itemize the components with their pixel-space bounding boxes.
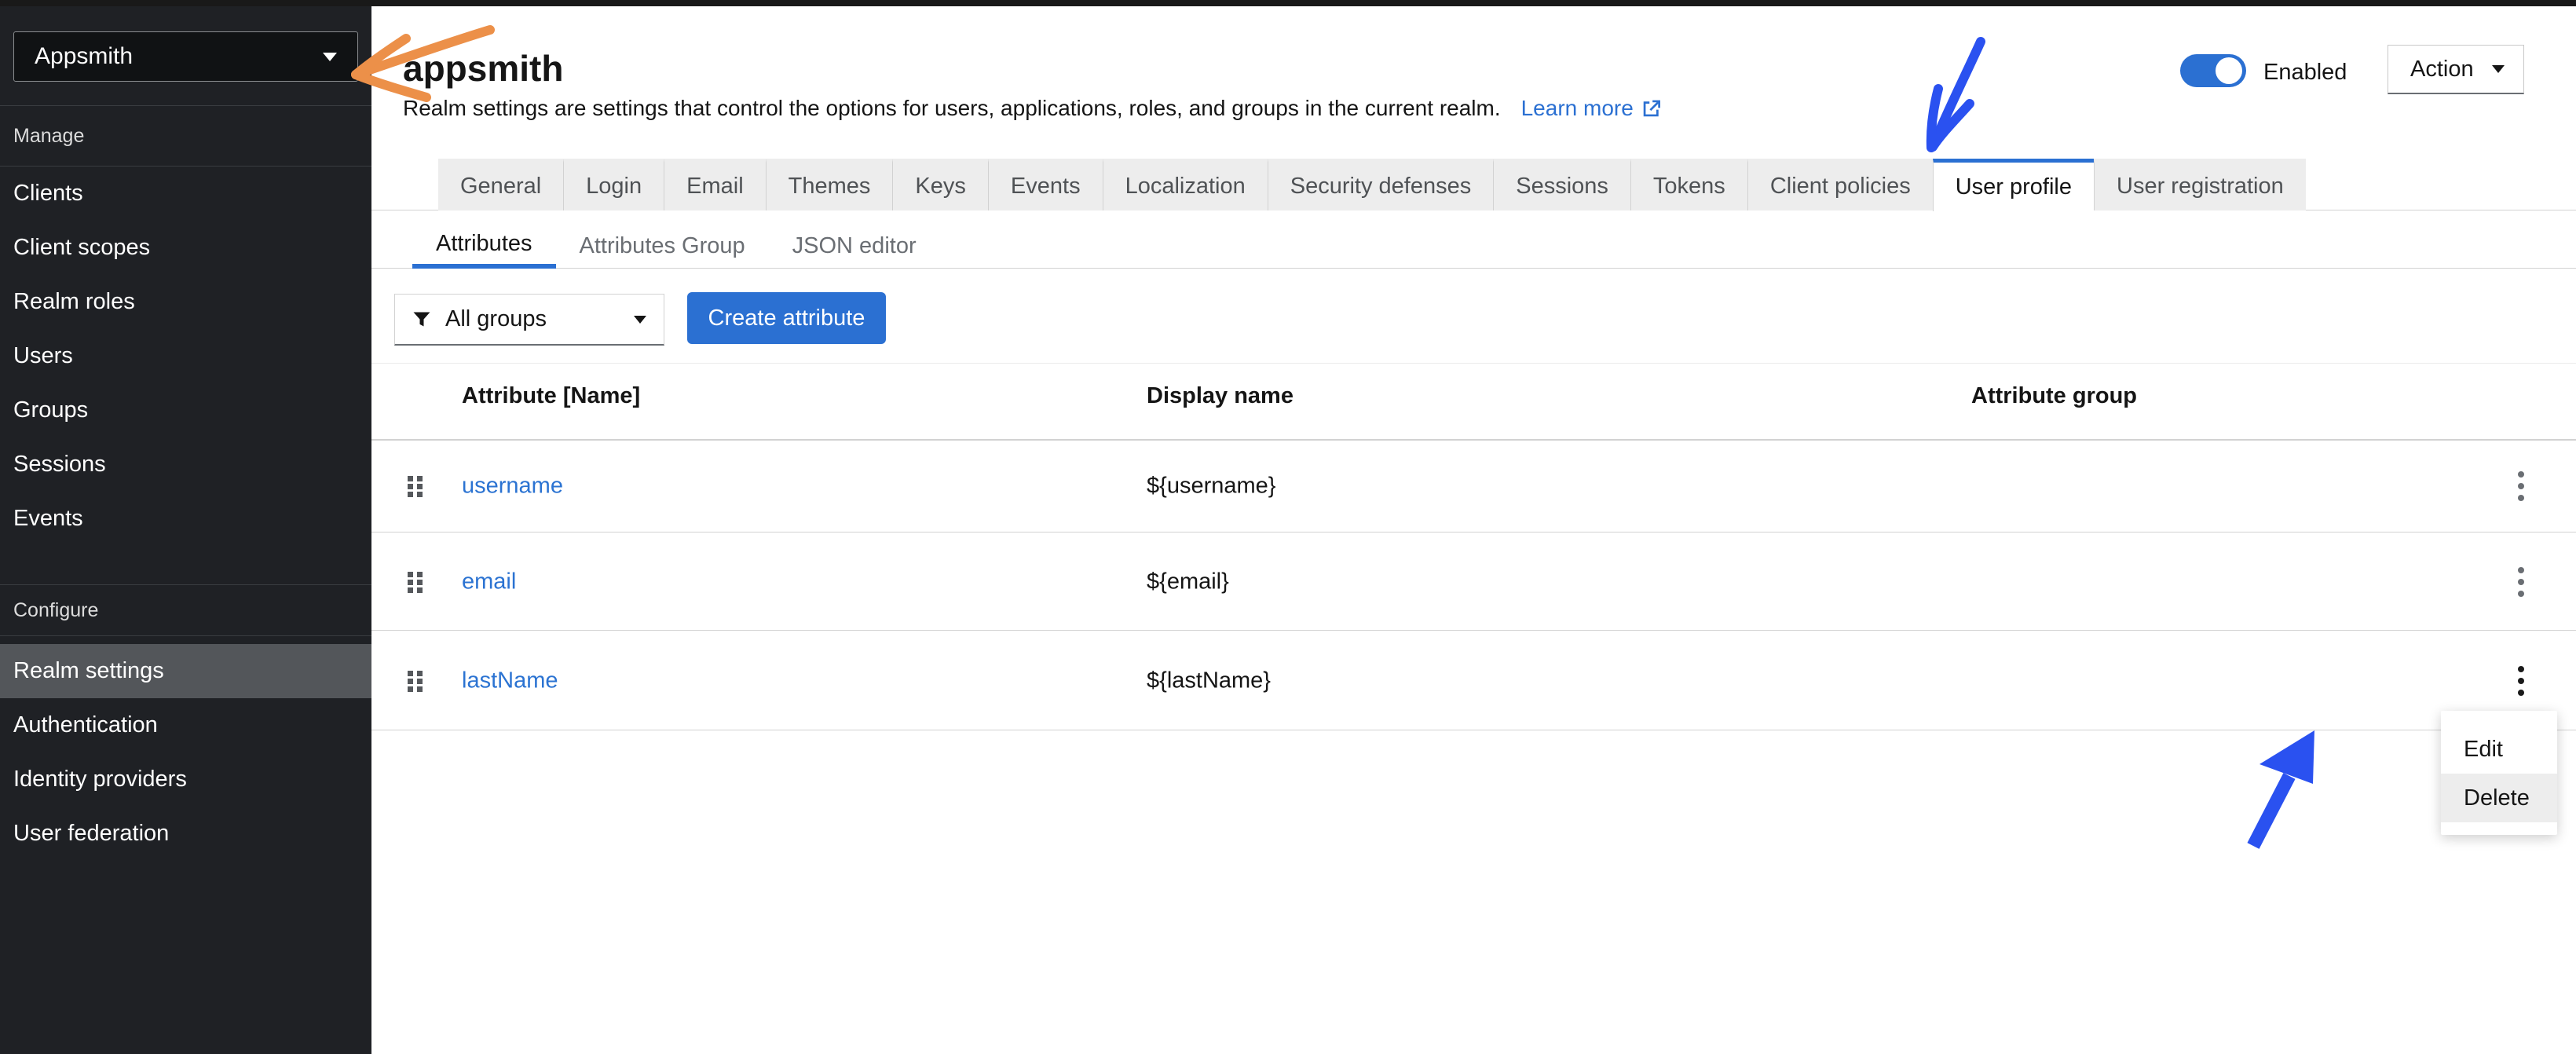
sidebar-item-client-scopes[interactable]: Client scopes <box>0 221 371 275</box>
column-header-attribute-name: Attribute [Name] <box>462 383 641 408</box>
tab-user-profile[interactable]: User profile <box>1932 159 2095 211</box>
tab-user-registration[interactable]: User registration <box>2094 159 2306 210</box>
action-dropdown-button[interactable]: Action <box>2388 45 2524 94</box>
drag-handle-icon[interactable] <box>407 571 424 593</box>
sidebar-item-users[interactable]: Users <box>0 329 371 383</box>
drag-handle-icon[interactable] <box>407 475 424 497</box>
row-context-menu: Edit Delete <box>2441 711 2557 835</box>
sidebar-item-authentication[interactable]: Authentication <box>0 698 371 752</box>
sidebar-section-manage: Manage <box>13 125 85 147</box>
tab-security-defenses[interactable]: Security defenses <box>1267 159 1494 210</box>
subtab-attributes[interactable]: Attributes <box>412 223 556 269</box>
tab-general[interactable]: General <box>438 159 564 210</box>
annotation-arrow-blue-bottom <box>2247 730 2314 849</box>
sidebar-item-realm-roles[interactable]: Realm roles <box>0 275 371 329</box>
create-attribute-button[interactable]: Create attribute <box>687 292 886 344</box>
top-window-strip <box>0 0 2576 6</box>
sidebar-divider <box>0 635 371 636</box>
learn-more-link[interactable]: Learn more <box>1521 96 1662 121</box>
toolbar-divider <box>371 363 2576 364</box>
sidebar-section-configure: Configure <box>13 599 99 621</box>
context-menu-edit[interactable]: Edit <box>2441 725 2557 774</box>
sidebar-item-events[interactable]: Events <box>0 492 371 546</box>
column-header-display-name: Display name <box>1147 383 1293 408</box>
tab-themes[interactable]: Themes <box>765 159 893 210</box>
sidebar: Appsmith Manage Clients Client scopes Re… <box>0 6 371 1054</box>
annotation-arrow-blue-top <box>1926 37 1985 152</box>
groups-filter-value: All groups <box>445 306 547 331</box>
learn-more-label: Learn more <box>1520 96 1634 120</box>
sidebar-item-realm-settings[interactable]: Realm settings <box>0 644 371 698</box>
filter-funnel-icon <box>413 312 430 326</box>
subtab-json-editor[interactable]: JSON editor <box>769 223 940 269</box>
tab-tokens[interactable]: Tokens <box>1630 159 1747 210</box>
attribute-link[interactable]: username <box>462 474 563 500</box>
attribute-display-name: ${username} <box>1147 473 1276 499</box>
toggle-knob <box>2216 57 2242 84</box>
drag-handle-icon[interactable] <box>407 670 424 692</box>
realm-selector-value: Appsmith <box>35 43 134 69</box>
keycloak-admin-console: Appsmith Manage Clients Client scopes Re… <box>0 0 2576 1054</box>
tab-sessions[interactable]: Sessions <box>1493 159 1630 210</box>
table-row-username: username ${username} <box>371 440 2576 532</box>
realm-selector-dropdown[interactable]: Appsmith <box>13 31 358 82</box>
attribute-link[interactable]: lastName <box>462 668 558 694</box>
sidebar-manage-items: Clients Client scopes Realm roles Users … <box>0 167 371 546</box>
sidebar-item-clients[interactable]: Clients <box>0 167 371 221</box>
sidebar-item-groups[interactable]: Groups <box>0 383 371 437</box>
sidebar-item-sessions[interactable]: Sessions <box>0 437 371 492</box>
realm-description-row: Realm settings are settings that control… <box>403 96 1662 121</box>
sidebar-item-identity-providers[interactable]: Identity providers <box>0 752 371 807</box>
row-kebab-menu-icon-open[interactable] <box>2504 657 2538 705</box>
table-row-lastname: lastName ${lastName} <box>371 631 2576 730</box>
enabled-toggle[interactable] <box>2180 54 2246 87</box>
row-kebab-menu-icon[interactable] <box>2504 462 2538 511</box>
attribute-display-name: ${lastName} <box>1147 668 1271 693</box>
tab-keys[interactable]: Keys <box>892 159 988 210</box>
chevron-down-icon <box>2492 65 2505 73</box>
user-profile-subtabbar: Attributes Attributes Group JSON editor <box>412 223 940 269</box>
realm-settings-tabbar: General Login Email Themes Keys Events L… <box>438 159 2306 211</box>
row-kebab-menu-icon[interactable] <box>2504 558 2538 606</box>
realm-description: Realm settings are settings that control… <box>403 96 1501 120</box>
tab-client-policies[interactable]: Client policies <box>1747 159 1933 210</box>
sidebar-configure-items: Realm settings Authentication Identity p… <box>0 644 371 861</box>
sidebar-item-user-federation[interactable]: User federation <box>0 807 371 861</box>
tab-email[interactable]: Email <box>664 159 766 210</box>
action-label: Action <box>2410 56 2474 82</box>
enabled-label: Enabled <box>2263 60 2347 85</box>
page-title: appsmith <box>403 48 564 89</box>
chevron-down-icon <box>634 315 646 324</box>
chevron-down-icon <box>323 52 337 61</box>
subtab-attributes-group[interactable]: Attributes Group <box>556 223 769 269</box>
external-link-icon <box>1643 100 1660 116</box>
tab-events[interactable]: Events <box>987 159 1103 210</box>
tab-login[interactable]: Login <box>563 159 664 210</box>
attribute-link[interactable]: email <box>462 569 516 595</box>
tab-localization[interactable]: Localization <box>1102 159 1268 210</box>
attribute-display-name: ${email} <box>1147 569 1229 594</box>
column-header-attribute-group: Attribute group <box>1971 383 2138 408</box>
context-menu-delete[interactable]: Delete <box>2441 774 2557 822</box>
groups-filter-select[interactable]: All groups <box>394 294 664 346</box>
table-row-email: email ${email} <box>371 532 2576 631</box>
